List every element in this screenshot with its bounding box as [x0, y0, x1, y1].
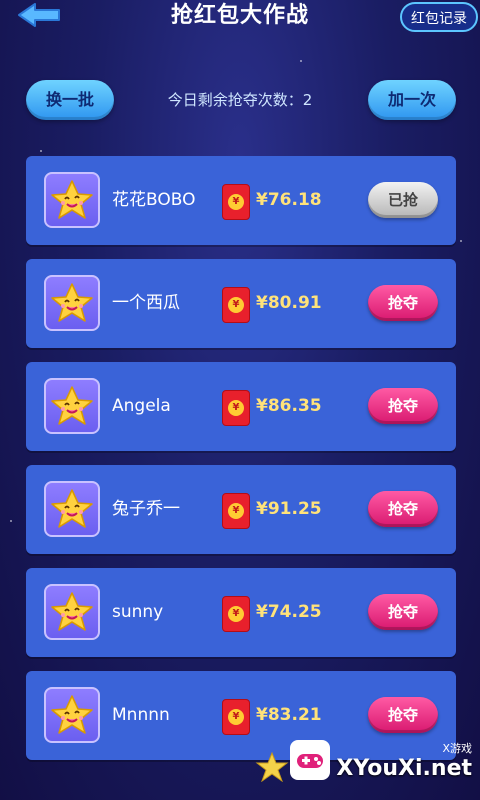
grab-button[interactable]: 抢夺 [368, 594, 438, 630]
player-name: sunny [112, 602, 164, 622]
yuan-symbol: ¥ [228, 400, 244, 416]
star-avatar-icon [44, 275, 100, 331]
watermark-small-text: X游戏 [442, 741, 472, 755]
watermark-site-text: XYouXi.net [336, 755, 472, 781]
yuan-symbol: ¥ [228, 709, 244, 725]
add-attempt-button[interactable]: 加一次 [368, 80, 456, 120]
red-packet-amount: ¥91.25 [256, 499, 322, 519]
player-row: sunny ¥ ¥74.25 抢夺 [26, 568, 456, 657]
player-name: Angela [112, 396, 171, 416]
player-name: 一个西瓜 [112, 293, 180, 313]
site-watermark: X游戏 XYouXi.net [290, 738, 472, 782]
yuan-symbol: ¥ [228, 194, 244, 210]
background-star [10, 520, 12, 522]
player-name: Mnnnn [112, 705, 170, 725]
yuan-symbol: ¥ [228, 503, 244, 519]
yuan-symbol: ¥ [228, 606, 244, 622]
red-packet-amount: ¥74.25 [256, 602, 322, 622]
red-packet-record-button[interactable]: 红包记录 [400, 2, 478, 32]
refresh-batch-button[interactable]: 换一批 [26, 80, 114, 120]
grab-button[interactable]: 抢夺 [368, 285, 438, 321]
player-list: 花花BOBO ¥ ¥76.18 已抢一个西瓜 ¥ ¥80.91 抢夺 Angela ¥ ¥86.3… [26, 156, 456, 774]
red-envelope-icon: ¥ [222, 596, 250, 632]
red-envelope-icon: ¥ [222, 390, 250, 426]
red-packet-amount: ¥76.18 [256, 190, 322, 210]
player-row: Angela ¥ ¥86.35 抢夺 [26, 362, 456, 451]
yuan-symbol: ¥ [228, 297, 244, 313]
gamepad-logo-icon [290, 740, 331, 780]
background-star [460, 240, 462, 242]
decorative-star-icon [255, 752, 289, 782]
star-avatar-icon [44, 172, 100, 228]
red-envelope-icon: ¥ [222, 699, 250, 735]
background-star [300, 60, 302, 62]
grabbed-button[interactable]: 已抢 [368, 182, 438, 218]
red-packet-amount: ¥80.91 [256, 293, 322, 313]
grab-button[interactable]: 抢夺 [368, 697, 438, 733]
grab-button[interactable]: 抢夺 [368, 491, 438, 527]
red-packet-amount: ¥86.35 [256, 396, 322, 416]
red-envelope-icon: ¥ [222, 493, 250, 529]
player-row: 兔子乔一 ¥ ¥91.25 抢夺 [26, 465, 456, 554]
red-envelope-icon: ¥ [222, 287, 250, 323]
star-avatar-icon [44, 481, 100, 537]
remaining-attempts-text: 今日剩余抢夺次数：2 [167, 91, 313, 109]
player-row: 一个西瓜 ¥ ¥80.91 抢夺 [26, 259, 456, 348]
star-avatar-icon [44, 378, 100, 434]
red-envelope-icon: ¥ [222, 184, 250, 220]
player-row: 花花BOBO ¥ ¥76.18 已抢 [26, 156, 456, 245]
grab-button[interactable]: 抢夺 [368, 388, 438, 424]
background-star [40, 150, 42, 152]
star-avatar-icon [44, 687, 100, 743]
player-name: 花花BOBO [112, 190, 196, 210]
player-name: 兔子乔一 [112, 499, 180, 519]
star-avatar-icon [44, 584, 100, 640]
